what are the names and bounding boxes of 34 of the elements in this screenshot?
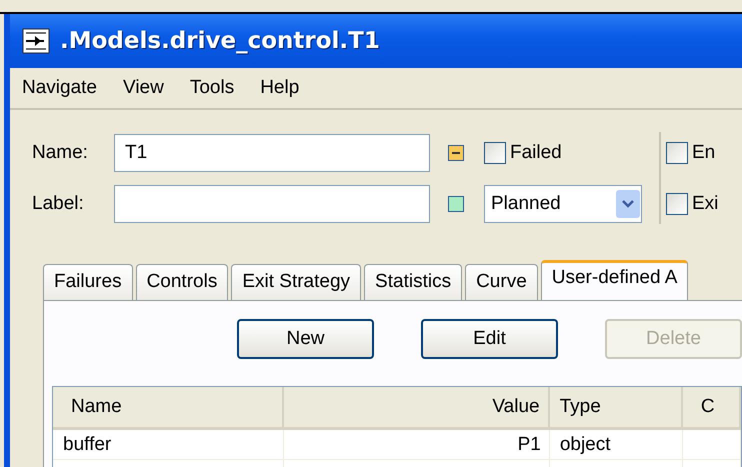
tab[interactable]: Failures: [43, 264, 133, 300]
menu-item[interactable]: Tools: [190, 77, 234, 99]
column-header[interactable]: Name: [53, 387, 284, 427]
tab[interactable]: Exit Strategy: [231, 264, 362, 300]
column-header[interactable]: Type: [550, 387, 683, 427]
app-icon: [22, 28, 50, 54]
tab[interactable]: Controls: [136, 264, 228, 300]
menu-item[interactable]: Help: [260, 77, 300, 99]
tab[interactable]: Curve: [465, 264, 538, 300]
name-label: Name:: [32, 142, 89, 164]
label-field[interactable]: [114, 184, 430, 222]
table-cell: object: [550, 430, 684, 459]
checkbox[interactable]: [666, 142, 688, 164]
tab[interactable]: Statistics: [364, 264, 462, 300]
tab[interactable]: User-defined A: [540, 260, 688, 300]
checkbox-label: En: [692, 142, 716, 164]
column-header[interactable]: C: [682, 387, 741, 427]
minus-icon: [448, 144, 464, 160]
failed-checkbox[interactable]: [484, 142, 506, 164]
table-cell: buffer: [53, 430, 284, 459]
failed-label: Failed: [510, 142, 562, 164]
action-button[interactable]: Edit: [421, 319, 558, 359]
label-label: Label:: [32, 192, 85, 214]
checkbox-label: Exi: [692, 192, 718, 214]
table-cell: P1: [284, 430, 550, 459]
menu-item[interactable]: Navigate: [22, 77, 97, 99]
status-dropdown[interactable]: Planned: [484, 184, 642, 222]
menu-item[interactable]: View: [123, 77, 164, 99]
column-header[interactable]: Value: [284, 387, 550, 427]
name-field[interactable]: T1: [114, 134, 430, 172]
window-title: .Models.drive_control.T1: [60, 28, 380, 54]
checkbox[interactable]: [666, 192, 688, 214]
action-button[interactable]: New: [237, 319, 374, 359]
swatch-icon: [448, 196, 464, 212]
